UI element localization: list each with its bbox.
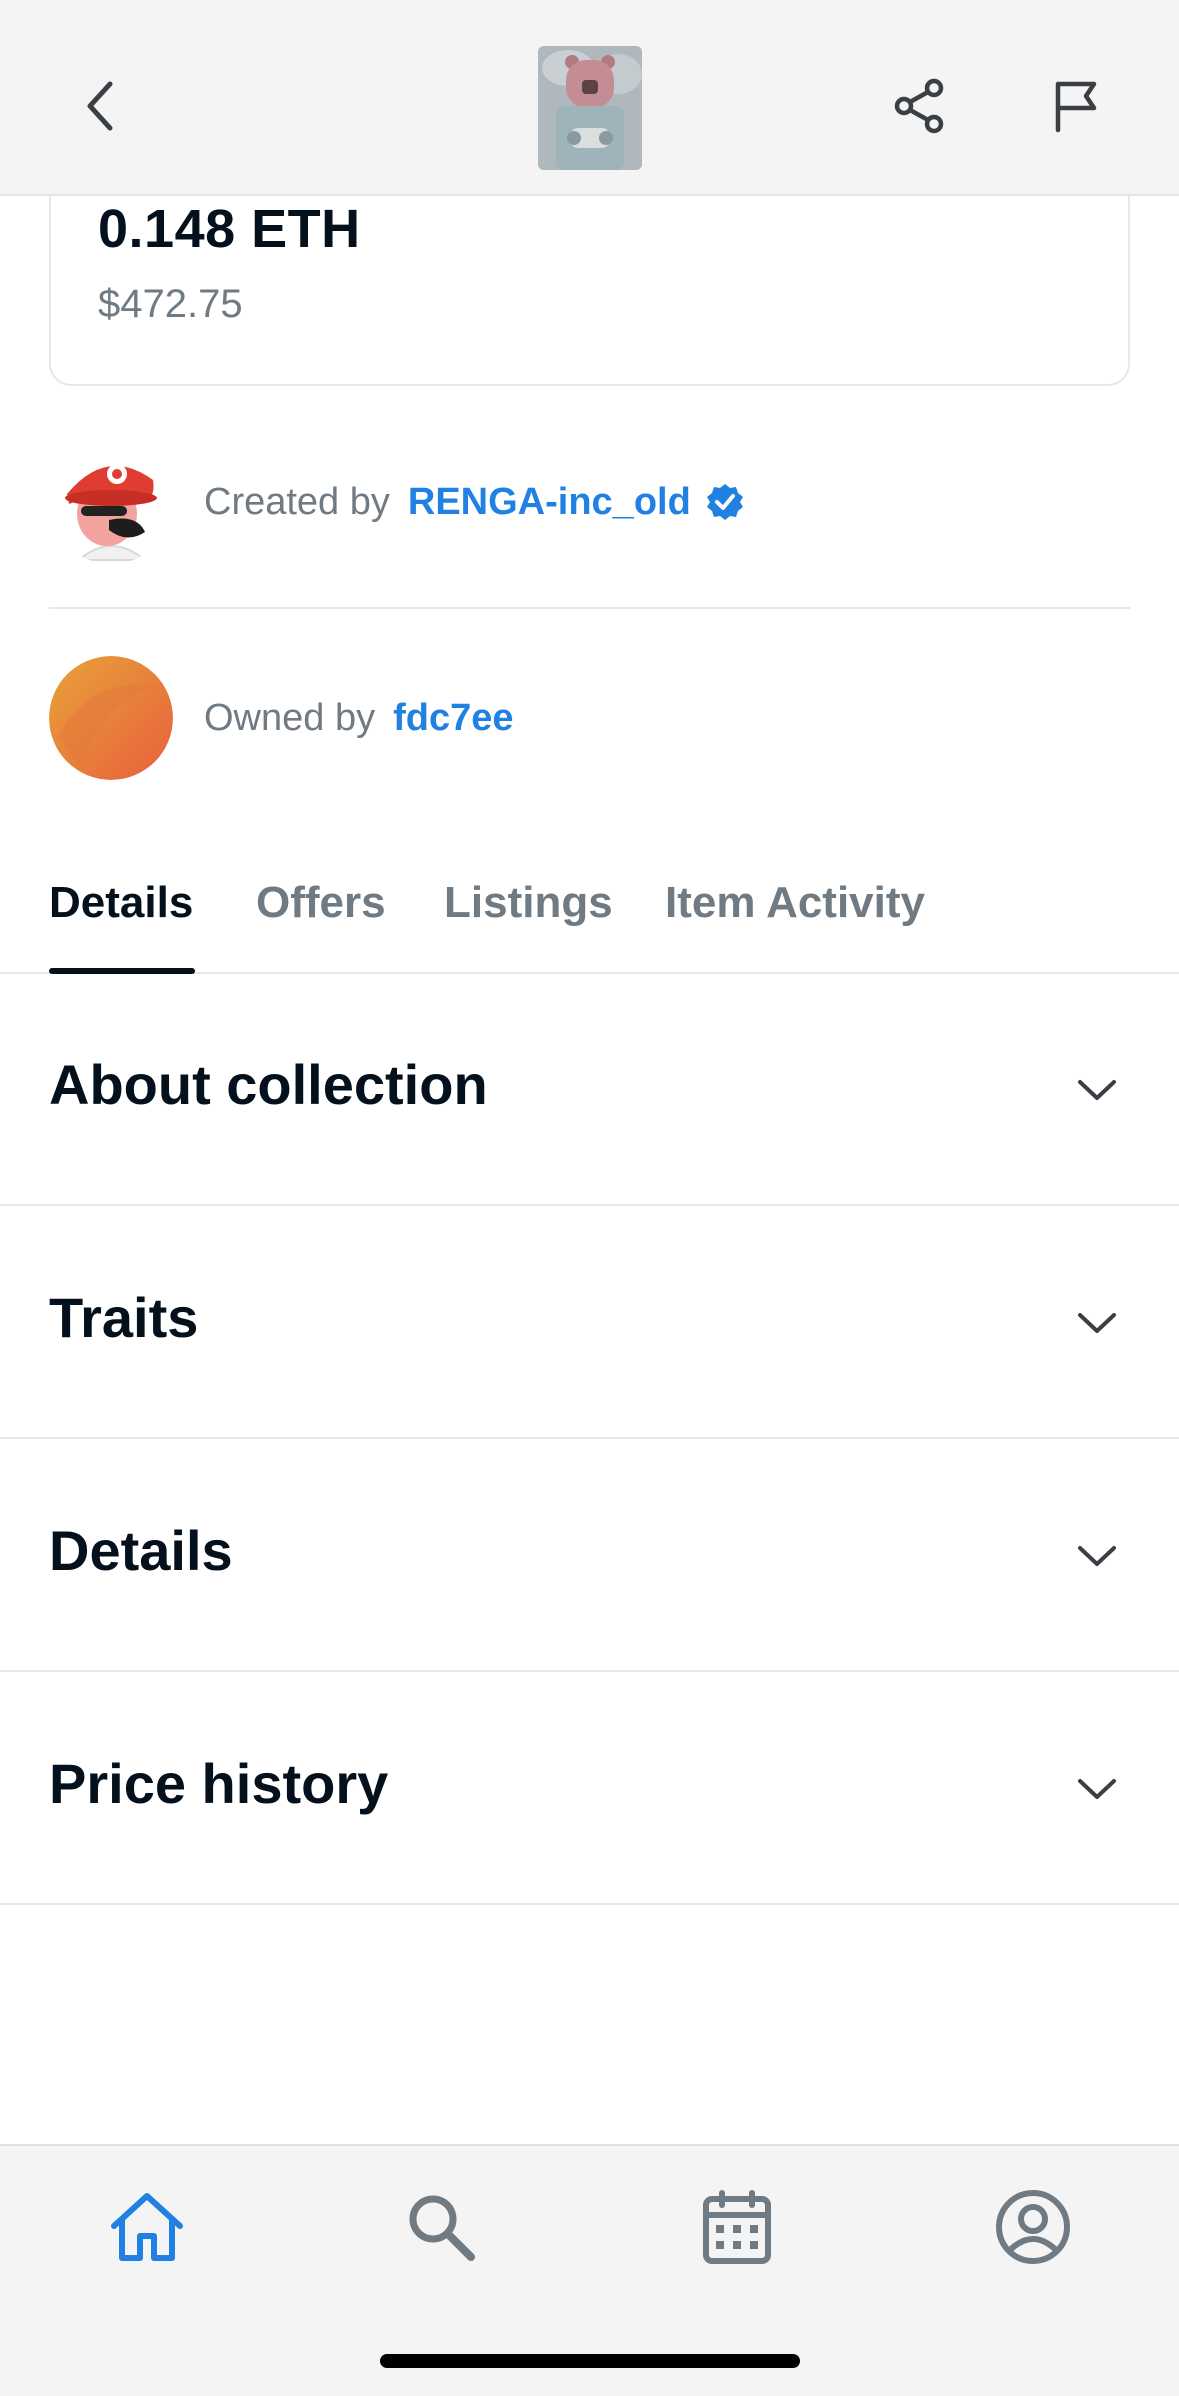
nft-thumbnail-image xyxy=(538,46,642,170)
share-icon xyxy=(894,78,944,134)
creator-link[interactable]: RENGA-inc_old xyxy=(408,481,691,524)
creator-avatar[interactable] xyxy=(49,440,173,564)
section-details[interactable]: Details xyxy=(0,1440,1179,1672)
calendar-icon xyxy=(703,2190,771,2264)
owner-avatar-image xyxy=(49,656,173,780)
nav-home[interactable] xyxy=(102,2182,192,2272)
divider xyxy=(49,607,1130,609)
nft-thumbnail[interactable] xyxy=(538,46,642,170)
owner-avatar[interactable] xyxy=(49,656,173,780)
tab-item-activity[interactable]: Item Activity xyxy=(665,878,925,958)
tab-listings[interactable]: Listings xyxy=(444,878,613,958)
price-eth: 0.148 ETH xyxy=(98,199,361,259)
section-title: Price history xyxy=(49,1752,389,1815)
price-usd: $472.75 xyxy=(98,282,243,326)
search-icon xyxy=(409,2195,475,2261)
creator-label: Created by xyxy=(204,480,390,523)
creator-avatar-image xyxy=(49,440,173,564)
section-title: Traits xyxy=(49,1286,199,1349)
report-button[interactable] xyxy=(1036,66,1116,146)
chevron-down-icon xyxy=(1078,1313,1116,1333)
section-title: Details xyxy=(49,1519,233,1582)
section-title: About collection xyxy=(49,1053,488,1116)
section-traits[interactable]: Traits xyxy=(0,1207,1179,1439)
tab-details[interactable]: Details xyxy=(49,878,193,958)
share-button[interactable] xyxy=(880,66,960,146)
nav-search[interactable] xyxy=(396,2182,486,2272)
chevron-down-icon xyxy=(1078,1546,1116,1566)
creator-row[interactable]: Created by RENGA-inc_old xyxy=(49,440,1130,564)
owner-link[interactable]: fdc7ee xyxy=(393,697,513,740)
chevron-down-icon xyxy=(1078,1779,1116,1799)
chevron-left-icon xyxy=(87,81,113,131)
account-icon xyxy=(996,2190,1070,2264)
nav-calendar[interactable] xyxy=(692,2182,782,2272)
back-button[interactable] xyxy=(62,66,142,146)
nav-account[interactable] xyxy=(988,2182,1078,2272)
bottom-nav xyxy=(0,2144,1179,2396)
owner-label: Owned by xyxy=(204,696,376,739)
chevron-down-icon xyxy=(1078,1080,1116,1100)
owner-row[interactable]: Owned by fdc7ee xyxy=(49,656,1130,780)
home-icon xyxy=(111,2193,183,2261)
flag-icon xyxy=(1055,81,1097,133)
section-price-history[interactable]: Price history xyxy=(0,1673,1179,1905)
tab-offers[interactable]: Offers xyxy=(256,878,386,958)
section-about-collection[interactable]: About collection xyxy=(0,974,1179,1206)
top-header xyxy=(0,0,1179,196)
verified-badge-icon xyxy=(706,484,743,520)
home-indicator[interactable] xyxy=(380,2354,800,2368)
tab-bar: Details Offers Listings Item Activity xyxy=(0,860,1179,974)
